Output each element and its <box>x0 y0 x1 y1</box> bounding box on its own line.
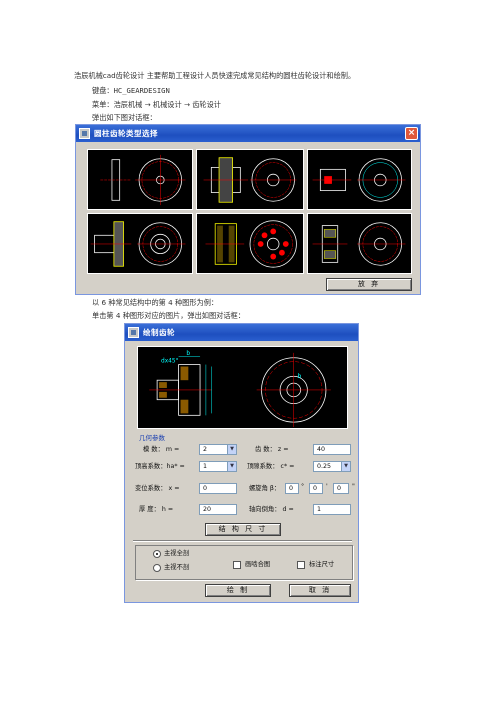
bore-input[interactable]: 1 <box>313 504 351 515</box>
deg-unit: ° <box>301 483 305 490</box>
full-section-label[interactable]: 主视全剖 <box>164 549 189 558</box>
min-unit: ' <box>326 483 328 490</box>
helix-sec-input[interactable]: 0 <box>333 483 349 494</box>
mesh-drawing-label[interactable]: 画啮合图 <box>245 560 270 569</box>
sec-unit: " <box>352 483 355 490</box>
svg-text:b: b <box>186 351 190 357</box>
gear-preview: dx45° b b <box>137 346 348 429</box>
thickness-input[interactable]: 20 <box>199 504 237 515</box>
gear-type-5[interactable] <box>196 213 304 274</box>
gear-type-4[interactable] <box>87 213 193 274</box>
thickness-label: 厚 度： h = <box>139 506 174 513</box>
cancel-button[interactable]: 取 消 <box>289 584 351 597</box>
chevron-down-icon[interactable]: ▼ <box>227 445 236 454</box>
module-select[interactable]: 2 ▼ <box>199 444 237 455</box>
example-text: 以 6 种常见结构中的第 4 种图形为例： <box>92 298 219 307</box>
popup-text: 弹出如下图对话框： <box>92 113 157 122</box>
dialog-titlebar[interactable]: 圆柱齿轮类型选择 × <box>76 125 420 142</box>
no-section-label[interactable]: 主视不剖 <box>164 563 189 572</box>
module-label: 模 数： m = <box>143 446 180 453</box>
dialog-titlebar[interactable]: 绘制齿轮 <box>125 324 358 341</box>
clearance-label: 顶隙系数： c* = <box>247 463 295 470</box>
gear-type-3[interactable] <box>307 149 412 210</box>
close-icon[interactable]: × <box>405 127 418 140</box>
geometry-group-title: 几何参数 <box>139 434 165 442</box>
gear-type-6[interactable] <box>307 213 412 274</box>
app-icon <box>79 128 90 139</box>
helix-min-input[interactable]: 0 <box>309 483 323 494</box>
dialog-title: 绘制齿轮 <box>143 328 175 337</box>
mesh-drawing-checkbox[interactable] <box>233 561 241 569</box>
menu-text: 菜单：浩辰机械 → 机械设计 → 齿轮设计 <box>92 100 221 109</box>
draw-gear-dialog: 绘制齿轮 dx45° b b 几何参数 模 数： m = 2 ▼ 齿 数： z … <box>124 323 359 603</box>
teeth-input[interactable]: 40 <box>313 444 351 455</box>
shift-label: 变位系数： x = <box>135 485 180 492</box>
gear-type-1[interactable] <box>87 149 193 210</box>
dimension-label[interactable]: 标注尺寸 <box>309 560 334 569</box>
svg-text:dx45°: dx45° <box>161 359 179 365</box>
helix-deg-input[interactable]: 0 <box>285 483 299 494</box>
helix-label: 螺旋角 β： <box>249 485 281 492</box>
gear-type-2[interactable] <box>196 149 304 210</box>
divider <box>133 540 352 542</box>
structure-size-button[interactable]: 结 构 尺 寸 <box>205 523 281 536</box>
chevron-down-icon[interactable]: ▼ <box>227 462 236 471</box>
clearance-select[interactable]: 0.25 ▼ <box>313 461 351 472</box>
click-text: 单击第 4 种图形对应的图片，弹出如图对话框： <box>92 311 245 320</box>
intro-text: 浩辰机械cad齿轮设计 主要帮助工程设计人员快速完成常见结构的圆柱齿轮设计和绘制… <box>74 71 356 80</box>
abort-button[interactable]: 放 弃 <box>326 278 412 291</box>
draw-button[interactable]: 绘 制 <box>205 584 271 597</box>
dimension-checkbox[interactable] <box>297 561 305 569</box>
teeth-label: 齿 数： z = <box>255 446 289 453</box>
shift-input[interactable]: 0 <box>199 483 237 494</box>
bore-label: 轴向倒角： d = <box>249 506 294 513</box>
full-section-radio[interactable] <box>153 550 161 558</box>
chevron-down-icon[interactable]: ▼ <box>341 462 350 471</box>
app-icon <box>128 327 139 338</box>
no-section-radio[interactable] <box>153 564 161 572</box>
dialog-title: 圆柱齿轮类型选择 <box>94 129 158 138</box>
svg-text:b: b <box>298 374 302 380</box>
addendum-select[interactable]: 1 ▼ <box>199 461 237 472</box>
keyboard-text: 键盘：HC_GEARDESIGN <box>92 86 170 95</box>
addendum-label: 顶高系数：ha* = <box>135 463 185 470</box>
gear-type-dialog: 圆柱齿轮类型选择 × 放 弃 <box>75 124 421 295</box>
